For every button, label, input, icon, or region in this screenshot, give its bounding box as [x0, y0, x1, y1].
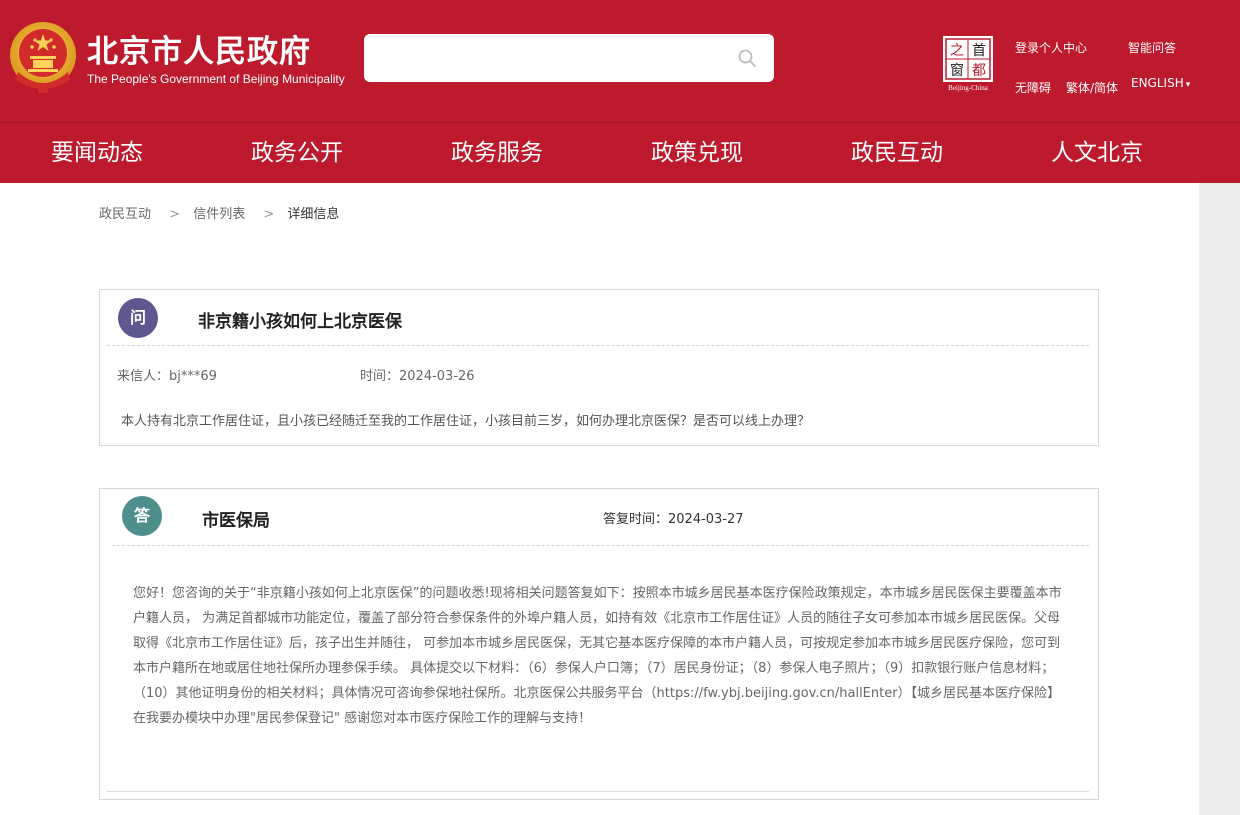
logo-char: 之 [950, 43, 964, 59]
answer-card: 答 市医保局 答复时间：2024-03-27 您好！您咨询的关于“非京籍小孩如何… [99, 488, 1099, 800]
answer-reply-time: 答复时间：2024-03-27 [603, 512, 744, 527]
ai-qa-link[interactable]: 智能问答 [1128, 39, 1176, 56]
answer-department: 市医保局 [202, 511, 270, 531]
answer-badge: 答 [122, 496, 162, 536]
nav-item-government-affairs[interactable]: 政务公开 [251, 123, 343, 183]
breadcrumb-separator: > [169, 207, 181, 222]
breadcrumb-item-letter-list[interactable]: 信件列表 [193, 203, 245, 222]
nav-item-public-interaction[interactable]: 政民互动 [851, 123, 943, 183]
logo-char: 都 [972, 63, 986, 79]
logo-caption: Beijing-China [948, 84, 989, 92]
traditional-simplified-link[interactable]: 繁体/简体 [1066, 79, 1118, 96]
english-label: ENGLISH [1131, 76, 1184, 90]
site-title[interactable]: 北京市人民政府 [87, 26, 311, 71]
breadcrumb-item-current: 详细信息 [287, 207, 340, 222]
search-icon[interactable] [738, 49, 756, 67]
question-badge: 问 [118, 298, 158, 338]
search-input[interactable] [374, 42, 728, 76]
site-header: 北京市人民政府 The People's Government of Beiji… [0, 0, 1240, 122]
capital-window-logo[interactable]: 之 首 窗 都 Beijing-China [939, 34, 997, 92]
question-divider [107, 345, 1089, 346]
question-content: 本人持有北京工作居住证，且小孩已经随迁至我的工作居住证，小孩目前三岁，如何办理北… [121, 414, 811, 429]
question-card: 问 非京籍小孩如何上北京医保 来信人：bj***69 时间：2024-03-26… [99, 289, 1099, 446]
answer-divider [112, 545, 1089, 546]
breadcrumb-separator: > [263, 207, 275, 222]
logo-char: 窗 [950, 62, 964, 79]
answer-content: 您好！您咨询的关于“非京籍小孩如何上北京医保”的问题收悉!现将相关问题答复如下：… [133, 586, 1062, 726]
nav-item-humanistic-beijing[interactable]: 人文北京 [1051, 123, 1143, 183]
nav-item-government-services[interactable]: 政务服务 [451, 123, 543, 183]
answer-bottom-divider [107, 791, 1089, 792]
nav-item-policy-fulfillment[interactable]: 政策兑现 [651, 123, 743, 183]
question-sender: 来信人：bj***69 [117, 369, 217, 384]
main-nav: 要闻动态 政务公开 政务服务 政策兑现 政民互动 人文北京 [0, 123, 1240, 183]
login-link[interactable]: 登录个人中心 [1015, 39, 1087, 56]
english-link[interactable]: ENGLISH ▾ [1131, 76, 1190, 90]
national-emblem-icon[interactable] [8, 20, 78, 94]
scrollbar-track[interactable] [1199, 183, 1240, 815]
breadcrumb: 政民互动 > 信件列表 > 详细信息 [99, 203, 339, 222]
logo-char: 首 [972, 43, 986, 59]
accessibility-link[interactable]: 无障碍 [1015, 79, 1051, 96]
chevron-down-icon: ▾ [1185, 80, 1191, 90]
breadcrumb-item-interaction[interactable]: 政民互动 [99, 203, 151, 222]
site-subtitle[interactable]: The People's Government of Beijing Munic… [87, 72, 345, 86]
question-time: 时间：2024-03-26 [360, 369, 475, 384]
search-box [364, 34, 774, 82]
nav-item-news[interactable]: 要闻动态 [51, 123, 143, 183]
question-title: 非京籍小孩如何上北京医保 [198, 312, 402, 332]
